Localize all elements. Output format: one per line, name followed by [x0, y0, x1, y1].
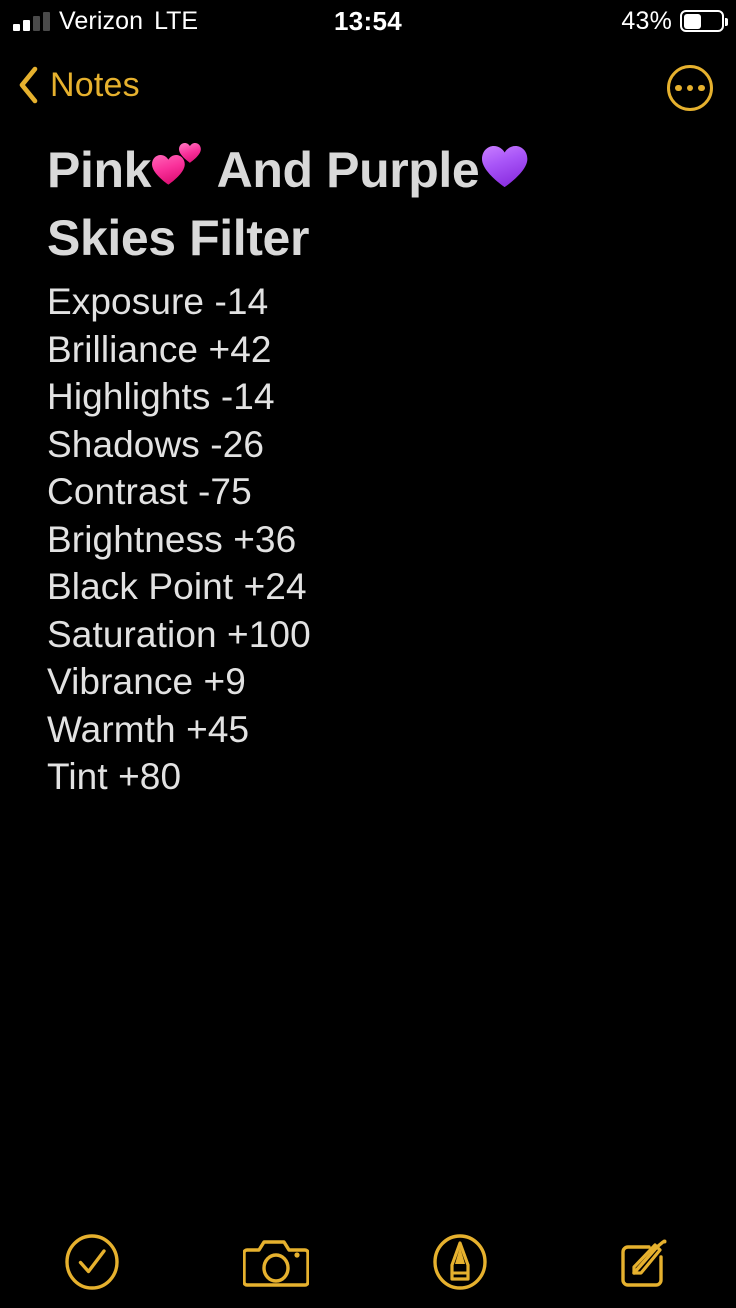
purple-heart-icon [479, 141, 533, 191]
note-line: Vibrance +9 [47, 661, 246, 702]
note-content[interactable]: Pink And Purple Skies Filter Exposure -1… [0, 136, 736, 801]
compose-icon [621, 1239, 667, 1287]
note-line: Black Point +24 [47, 566, 307, 607]
note-body-lines: Exposure -14 Brilliance +42 Highlights -… [0, 272, 736, 801]
navigation-bar: Notes [0, 52, 736, 118]
checklist-button[interactable] [0, 1216, 184, 1308]
note-line: Warmth +45 [47, 708, 250, 750]
bottom-toolbar [0, 1216, 736, 1308]
battery-icon [680, 10, 728, 32]
back-to-notes-button[interactable]: Notes [16, 52, 140, 118]
note-line: Tint +80 [47, 756, 182, 797]
camera-icon [243, 1240, 309, 1287]
note-line: Shadows -26 [47, 423, 265, 465]
back-button-label: Notes [50, 66, 140, 104]
markup-button[interactable] [368, 1216, 552, 1308]
notes-app-screen: Verizon LTE 13:54 43% Notes Pink And Pur… [0, 0, 736, 1308]
more-dot [686, 84, 694, 92]
note-title-part-2: And Purple [205, 142, 480, 198]
ellipsis-circle-icon[interactable] [667, 65, 713, 111]
note-line: Brilliance +42 [47, 328, 272, 370]
note-title: Pink And Purple Skies Filter [0, 136, 736, 272]
note-title-part-3: Skies Filter [47, 210, 309, 266]
more-dot [698, 84, 705, 92]
note-title-part-1: Pink [47, 142, 151, 198]
two-hearts-icon [151, 141, 205, 191]
checkmark-circle-icon [65, 1234, 119, 1290]
more-dot [675, 84, 682, 92]
status-bar: Verizon LTE 13:54 43% [0, 0, 736, 42]
markup-pen-icon [433, 1234, 487, 1290]
note-line: Highlights -14 [47, 376, 275, 417]
note-line: Brightness +36 [47, 518, 297, 560]
note-line: Contrast -75 [47, 471, 252, 512]
battery-percentage: 43% [621, 6, 672, 35]
battery-fill [683, 13, 701, 29]
chevron-left-icon [19, 66, 38, 104]
camera-button[interactable] [184, 1216, 368, 1308]
note-line: Exposure -14 [47, 281, 269, 322]
new-note-button[interactable] [552, 1216, 736, 1308]
note-line: Saturation +100 [47, 613, 311, 655]
status-bar-right: 43% [621, 0, 728, 42]
